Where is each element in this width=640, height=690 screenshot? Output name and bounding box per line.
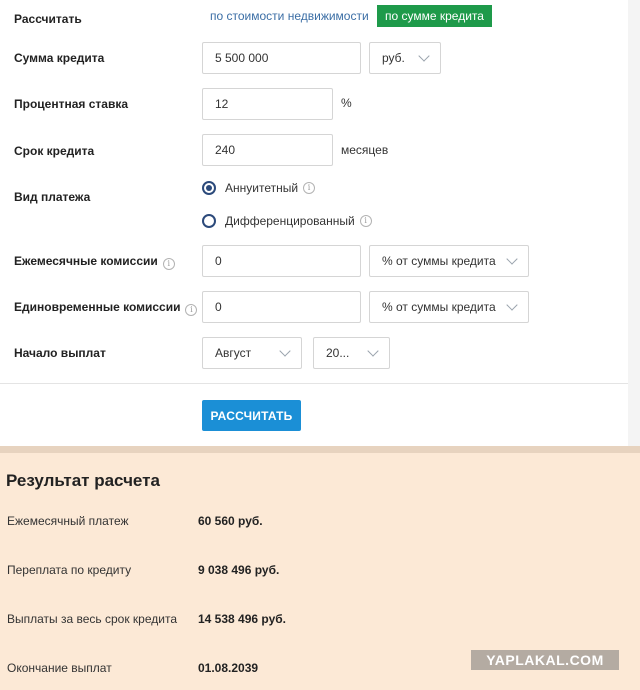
result-row-label: Окончание выплат bbox=[7, 661, 112, 675]
term-input[interactable]: 240 bbox=[202, 134, 333, 166]
result-row-value: 01.08.2039 bbox=[198, 661, 259, 675]
calc-by-label: Рассчитать bbox=[14, 12, 82, 26]
info-icon[interactable]: i bbox=[162, 258, 175, 270]
result-row-value: 14 538 496 руб. bbox=[198, 612, 286, 626]
payment-diff-label: Дифференцированный bbox=[225, 214, 355, 228]
calc-by-loan-option[interactable]: по сумме кредита bbox=[377, 5, 492, 27]
payment-type-label: Вид платежа bbox=[14, 190, 91, 204]
onetime-fee-value: 0 bbox=[215, 300, 222, 314]
watermark: YAPLAKAL.COM bbox=[471, 650, 619, 670]
monthly-fee-label: Ежемесячные комиссии i bbox=[14, 254, 175, 270]
start-year-select[interactable]: 20... bbox=[313, 337, 390, 369]
start-month-value: Август bbox=[215, 346, 252, 360]
chevron-down-icon bbox=[506, 299, 518, 311]
result-row-label: Выплаты за весь срок кредита bbox=[7, 612, 178, 626]
onetime-fee-unit-select[interactable]: % от суммы кредита bbox=[369, 291, 529, 323]
result-row-value: 9 038 496 руб. bbox=[198, 563, 280, 577]
monthly-fee-unit-select[interactable]: % от суммы кредита bbox=[369, 245, 529, 277]
rate-value: 12 bbox=[215, 97, 229, 111]
monthly-fee-input[interactable]: 0 bbox=[202, 245, 361, 277]
payment-annuity-option[interactable]: Аннуитетный i bbox=[202, 181, 316, 195]
currency-select[interactable]: руб. bbox=[369, 42, 441, 74]
info-icon[interactable]: i bbox=[185, 304, 198, 316]
result-title: Результат расчета bbox=[6, 471, 160, 490]
start-year-value: 20... bbox=[326, 346, 350, 360]
onetime-fee-label-text: Единовременные комиссии bbox=[14, 300, 181, 314]
info-icon[interactable]: i bbox=[359, 215, 372, 227]
result-row-label: Переплата по кредиту bbox=[7, 563, 132, 577]
chevron-down-icon bbox=[367, 345, 379, 357]
radio-unchecked-icon[interactable] bbox=[202, 214, 216, 228]
loan-amount-value: 5 500 000 bbox=[215, 51, 269, 65]
start-label: Начало выплат bbox=[14, 346, 106, 360]
term-label: Срок кредита bbox=[14, 144, 95, 158]
onetime-fee-unit: % от суммы кредита bbox=[382, 300, 496, 314]
chevron-down-icon bbox=[506, 253, 518, 265]
onetime-fee-input[interactable]: 0 bbox=[202, 291, 361, 323]
term-unit: месяцев bbox=[341, 143, 389, 157]
payment-diff-option[interactable]: Дифференцированный i bbox=[202, 214, 372, 228]
form-divider bbox=[0, 383, 628, 384]
monthly-fee-value: 0 bbox=[215, 254, 222, 268]
result-panel-border bbox=[0, 446, 640, 453]
result-row-value: 60 560 руб. bbox=[198, 514, 263, 528]
result-row-label: Ежемесячный платеж bbox=[7, 514, 129, 528]
monthly-fee-label-text: Ежемесячные комиссии bbox=[14, 254, 158, 268]
rate-input[interactable]: 12 bbox=[202, 88, 333, 120]
chevron-down-icon bbox=[418, 50, 430, 62]
calculate-button[interactable]: РАССЧИТАТЬ bbox=[202, 400, 301, 431]
currency-value: руб. bbox=[382, 51, 405, 65]
payment-annuity-label: Аннуитетный bbox=[225, 181, 299, 195]
term-value: 240 bbox=[215, 143, 236, 157]
monthly-fee-unit: % от суммы кредита bbox=[382, 254, 496, 268]
chevron-down-icon bbox=[279, 345, 291, 357]
loan-amount-input[interactable]: 5 500 000 bbox=[202, 42, 361, 74]
onetime-fee-label: Единовременные комиссии i bbox=[14, 300, 198, 316]
info-icon[interactable]: i bbox=[303, 182, 316, 194]
loan-amount-label: Сумма кредита bbox=[14, 51, 105, 65]
page-edge bbox=[628, 0, 640, 446]
radio-checked-icon[interactable] bbox=[202, 181, 216, 195]
rate-unit: % bbox=[341, 96, 352, 110]
rate-label: Процентная ставка bbox=[14, 97, 128, 111]
calc-by-property-option[interactable]: по стоимости недвижимости bbox=[210, 9, 369, 23]
start-month-select[interactable]: Август bbox=[202, 337, 302, 369]
